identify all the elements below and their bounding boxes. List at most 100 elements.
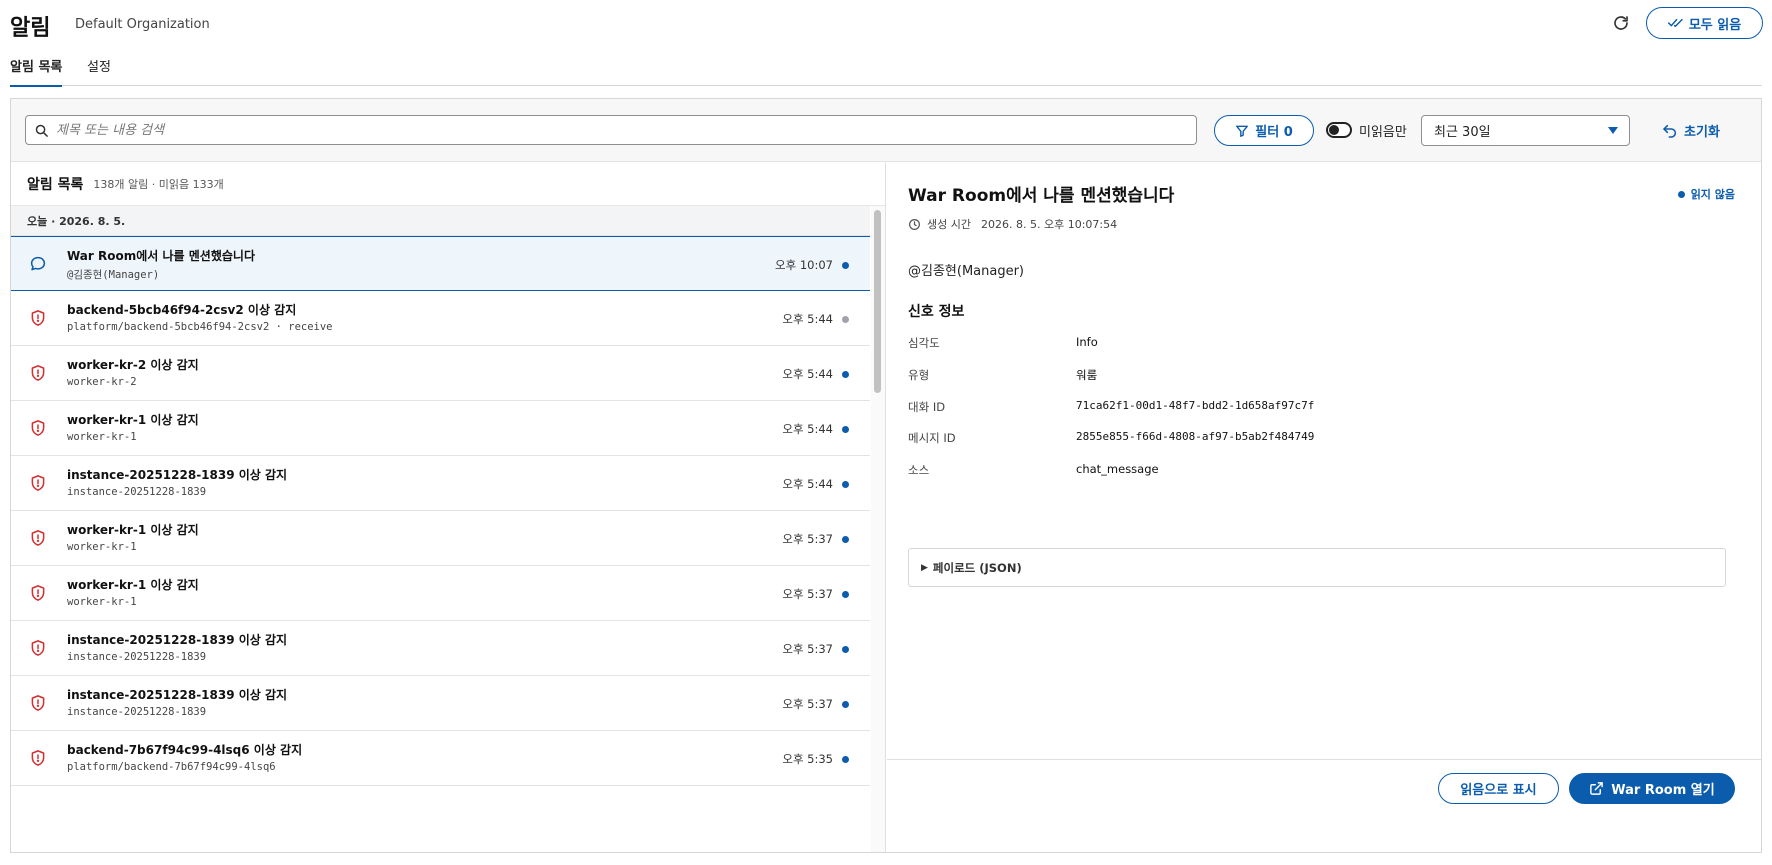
external-link-icon xyxy=(1590,782,1604,795)
read-all-button[interactable]: 모두 읽음 xyxy=(1646,7,1763,39)
item-title: worker-kr-2 이상 감지 xyxy=(67,358,199,372)
read-dot xyxy=(842,316,849,323)
info-value: 워룸 xyxy=(1076,367,1098,382)
item-subtitle: @김종현(Manager) xyxy=(67,269,160,281)
scrollbar-thumb[interactable] xyxy=(874,210,881,393)
shield-alert-icon xyxy=(29,749,47,767)
list-item[interactable]: instance-20251228-1839 이상 감지 instance-202… xyxy=(11,621,870,676)
mark-read-button[interactable]: 읽음으로 표시 xyxy=(1438,773,1559,804)
funnel-icon xyxy=(1236,125,1249,137)
status-label: 읽지 않음 xyxy=(1690,188,1735,201)
unread-dot xyxy=(1677,190,1685,198)
item-subtitle: worker-kr-1 xyxy=(67,431,137,443)
date-range-select[interactable]: 최근 30일 xyxy=(1421,115,1630,146)
list-item[interactable]: worker-kr-2 이상 감지 worker-kr-2 오후 5:44 xyxy=(11,346,870,401)
caret-down-icon xyxy=(1608,127,1618,134)
item-subtitle: worker-kr-2 xyxy=(67,376,137,388)
filter-button[interactable]: 필터 0 xyxy=(1214,115,1314,146)
item-time: 오후 5:44 xyxy=(782,477,833,491)
search-box xyxy=(25,115,1197,145)
item-subtitle: worker-kr-1 xyxy=(67,596,137,608)
clock-icon xyxy=(909,218,920,230)
open-war-room-label: War Room 열기 xyxy=(1611,783,1715,798)
info-key: 소스 xyxy=(908,463,930,478)
item-time: 오후 5:35 xyxy=(782,752,833,766)
item-title: backend-5bcb46f94-2csv2 이상 감지 xyxy=(67,303,297,317)
list-item[interactable]: worker-kr-1 이상 감지 worker-kr-1 오후 5:37 xyxy=(11,566,870,621)
chat-icon xyxy=(29,255,47,273)
read-all-label: 모두 읽음 xyxy=(1688,17,1742,33)
created-time: 생성 시간 2026. 8. 5. 오후 10:07:54 xyxy=(908,216,1117,232)
notification-list-pane: 알림 목록 138개 알림 · 미읽음 133개 오늘 · 2026. 8. 5… xyxy=(11,162,886,852)
search-input[interactable] xyxy=(56,122,1196,138)
list-count: 138개 알림 · 미읽음 133개 xyxy=(93,177,224,191)
item-title: instance-20251228-1839 이상 감지 xyxy=(67,688,288,702)
organization-name: Default Organization xyxy=(75,17,210,32)
created-value: 2026. 8. 5. 오후 10:07:54 xyxy=(980,218,1118,231)
item-time: 오후 5:37 xyxy=(782,532,833,546)
unread-dot xyxy=(842,701,849,708)
item-subtitle: instance-20251228-1839 xyxy=(67,486,207,498)
unread-dot xyxy=(842,262,849,269)
list-item[interactable]: instance-20251228-1839 이상 감지 instance-202… xyxy=(11,676,870,731)
date-group-header: 오늘 · 2026. 8. 5. xyxy=(11,206,870,236)
item-subtitle: worker-kr-1 xyxy=(67,541,137,553)
shield-alert-icon xyxy=(29,474,47,492)
item-time: 오후 5:37 xyxy=(782,697,833,711)
item-subtitle: platform/backend-7b67f94c99-4lsq6 xyxy=(67,761,276,773)
item-time: 오후 10:07 xyxy=(775,258,833,272)
list-item[interactable]: backend-5bcb46f94-2csv2 이상 감지 platform/ba… xyxy=(11,291,870,346)
page-header: 알림 Default Organization 모두 읽음 xyxy=(10,0,1763,48)
reset-button[interactable]: 초기화 xyxy=(1651,115,1731,146)
item-title: backend-7b67f94c99-4lsq6 이상 감지 xyxy=(67,743,303,757)
info-row: 소스 chat_message xyxy=(908,462,1608,482)
shield-alert-icon xyxy=(29,639,47,657)
list-item[interactable]: worker-kr-1 이상 감지 worker-kr-1 오후 5:37 xyxy=(11,511,870,566)
unread-only-toggle[interactable]: 미읽음만 xyxy=(1326,119,1407,141)
shield-alert-icon xyxy=(29,419,47,437)
date-range-value: 최근 30일 xyxy=(1434,125,1491,140)
shield-alert-icon xyxy=(29,309,47,327)
item-title: instance-20251228-1839 이상 감지 xyxy=(67,468,288,482)
refresh-button[interactable] xyxy=(1608,10,1634,36)
notification-detail-pane: War Room에서 나를 멘션했습니다 읽지 않음 생성 시간 2026. 8… xyxy=(887,162,1761,852)
toggle-switch[interactable] xyxy=(1326,122,1352,138)
list-item[interactable]: War Room에서 나를 멘션했습니다 @김종현(Manager) 오후 10:0… xyxy=(11,236,870,291)
search-icon xyxy=(26,115,56,145)
info-row: 메시지 ID 2855e855-f66d-4808-af97-b5ab2f4847… xyxy=(908,430,1608,450)
item-title: worker-kr-1 이상 감지 xyxy=(67,578,199,592)
unread-dot xyxy=(842,591,849,598)
list-item[interactable]: instance-20251228-1839 이상 감지 instance-202… xyxy=(11,456,870,511)
item-time: 오후 5:44 xyxy=(782,312,833,326)
info-key: 심각도 xyxy=(908,336,940,350)
payload-label: 페이로드 (JSON) xyxy=(932,560,1022,575)
shield-alert-icon xyxy=(29,364,47,382)
list-item[interactable]: backend-7b67f94c99-4lsq6 이상 감지 platform/b… xyxy=(11,731,870,786)
page-title: 알림 xyxy=(10,16,51,41)
list-scrollbar[interactable] xyxy=(871,206,885,852)
unread-dot xyxy=(842,536,849,543)
unread-dot xyxy=(842,756,849,763)
payload-expander[interactable]: ▶ 페이로드 (JSON) xyxy=(908,548,1726,587)
notification-list: War Room에서 나를 멘션했습니다 @김종현(Manager) 오후 10:0… xyxy=(11,236,870,852)
list-item[interactable]: worker-kr-1 이상 감지 worker-kr-1 오후 5:44 xyxy=(11,401,870,456)
undo-icon xyxy=(1663,124,1677,138)
info-key: 유형 xyxy=(908,367,930,382)
tab-notification-list[interactable]: 알림 목록 xyxy=(10,56,63,87)
info-row: 대화 ID 71ca62f1-00d1-48f7-bdd2-1d658af97c7… xyxy=(908,399,1608,419)
toggle-knob xyxy=(1329,125,1339,135)
unread-dot xyxy=(842,426,849,433)
item-title: instance-20251228-1839 이상 감지 xyxy=(67,633,288,647)
unread-dot xyxy=(842,481,849,488)
open-war-room-button[interactable]: War Room 열기 xyxy=(1569,773,1735,804)
item-time: 오후 5:44 xyxy=(782,367,833,381)
shield-alert-icon xyxy=(29,529,47,547)
item-time: 오후 5:44 xyxy=(782,422,833,436)
double-check-icon xyxy=(1667,18,1683,28)
detail-body: @김종현(Manager) xyxy=(908,264,1025,279)
refresh-icon xyxy=(1614,16,1628,30)
item-time: 오후 5:37 xyxy=(782,642,833,656)
tab-settings[interactable]: 설정 xyxy=(87,56,111,85)
expand-triangle-icon: ▶ xyxy=(921,562,928,573)
info-row: 유형 워룸 xyxy=(908,367,1608,387)
